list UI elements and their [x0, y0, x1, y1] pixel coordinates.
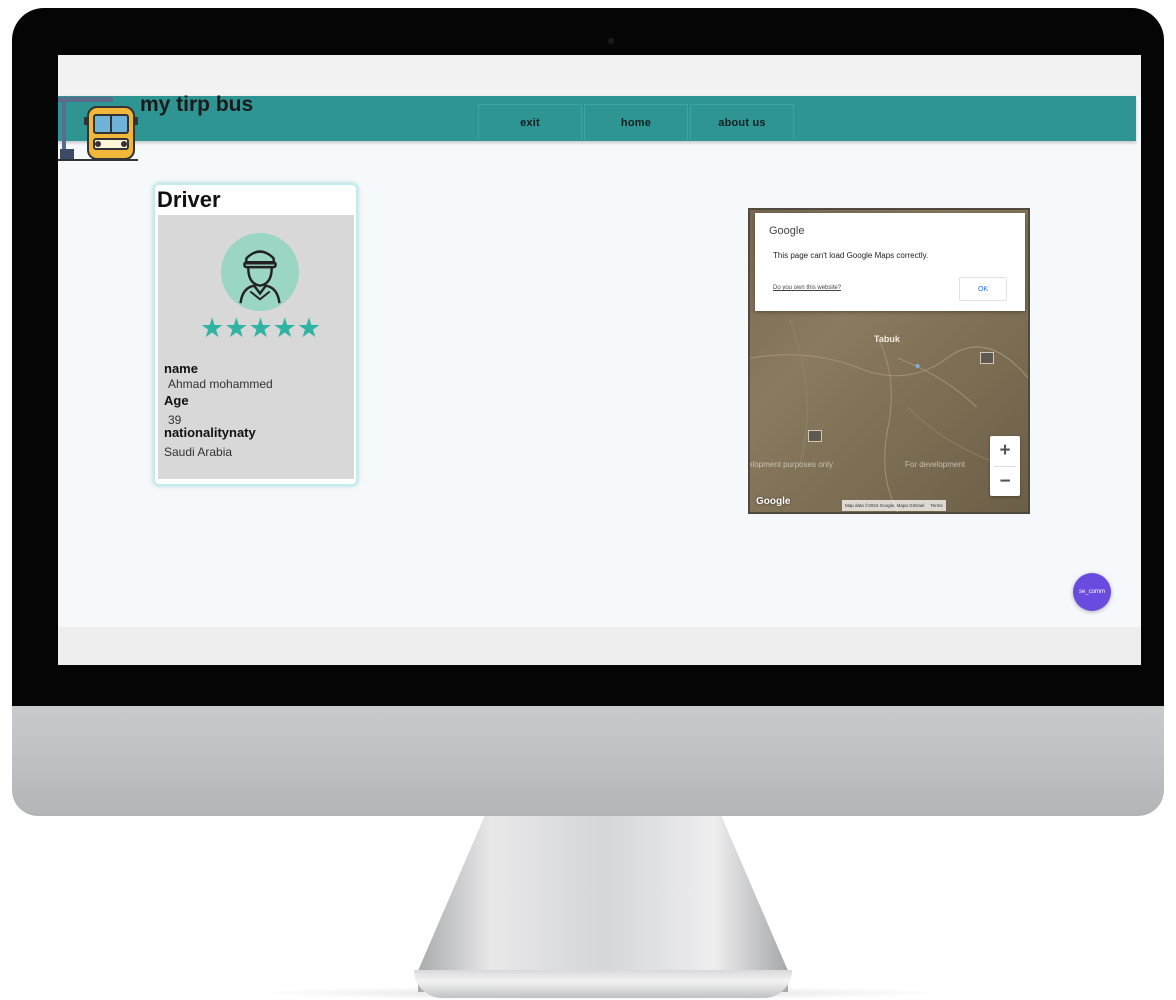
camera-dot	[608, 38, 614, 44]
map-watermark: For development	[905, 460, 966, 469]
zoom-out-button[interactable]: −	[990, 467, 1020, 497]
browser-screen: my tirp bus exit home about us Driver ★★…	[58, 55, 1141, 665]
monitor-chin	[12, 706, 1164, 816]
dialog-brand: Google	[769, 225, 805, 237]
map-zoom-controls: + −	[990, 436, 1020, 496]
map-town-label: Tabuk	[874, 334, 900, 344]
dialog-owner-link[interactable]: Do you own this website?	[773, 285, 841, 291]
zoom-in-button[interactable]: +	[990, 436, 1020, 466]
driver-card: Driver ★★★★★ name Ahmad mohammed Age 39 …	[153, 183, 358, 486]
nav-links: exit home about us	[478, 104, 796, 140]
monitor-stand	[418, 816, 788, 992]
driver-age-label: Age	[164, 393, 189, 408]
driver-nationality-label: nationalitynaty	[164, 425, 256, 440]
map-widget[interactable]: Tabuk velopment purposes only For develo…	[748, 208, 1030, 514]
browser-bottom-strip	[58, 627, 1141, 665]
map-watermark: velopment purposes only	[748, 460, 833, 469]
driver-rating-stars: ★★★★★	[200, 313, 322, 343]
driver-name-label: name	[164, 361, 198, 376]
map-error-dialog: Google This page can't load Google Maps …	[755, 213, 1025, 311]
map-attribution: Map data ©2024 Google, Mapa GISrael Term…	[842, 500, 946, 511]
site-title: my tirp bus	[140, 93, 254, 116]
dialog-message: This page can't load Google Maps correct…	[773, 251, 929, 260]
driver-name-value: Ahmad mohammed	[168, 377, 273, 391]
driver-avatar-icon	[221, 233, 299, 311]
driver-heading: Driver	[157, 187, 221, 212]
driver-card-body: ★★★★★ name Ahmad mohammed Age 39 nationa…	[158, 215, 354, 479]
map-landmark-icon	[808, 430, 822, 442]
nav-about-us-link[interactable]: about us	[690, 104, 794, 140]
browser-top-strip	[58, 55, 1141, 97]
floating-action-button[interactable]: se_comm	[1073, 573, 1111, 611]
driver-nationality-value: Saudi Arabia	[164, 445, 233, 459]
map-attribution-text: Map data ©2024 Google, Mapa GISrael	[845, 503, 925, 508]
map-terms-link[interactable]: Terms	[930, 503, 942, 508]
map-landmark-icon	[980, 352, 994, 364]
google-logo: Google	[756, 496, 791, 507]
monitor-base	[414, 970, 792, 998]
dialog-ok-button[interactable]: OK	[959, 277, 1007, 301]
nav-home-link[interactable]: home	[584, 104, 688, 140]
nav-exit-link[interactable]: exit	[478, 104, 582, 140]
bus-stop-logo-icon	[58, 97, 138, 161]
